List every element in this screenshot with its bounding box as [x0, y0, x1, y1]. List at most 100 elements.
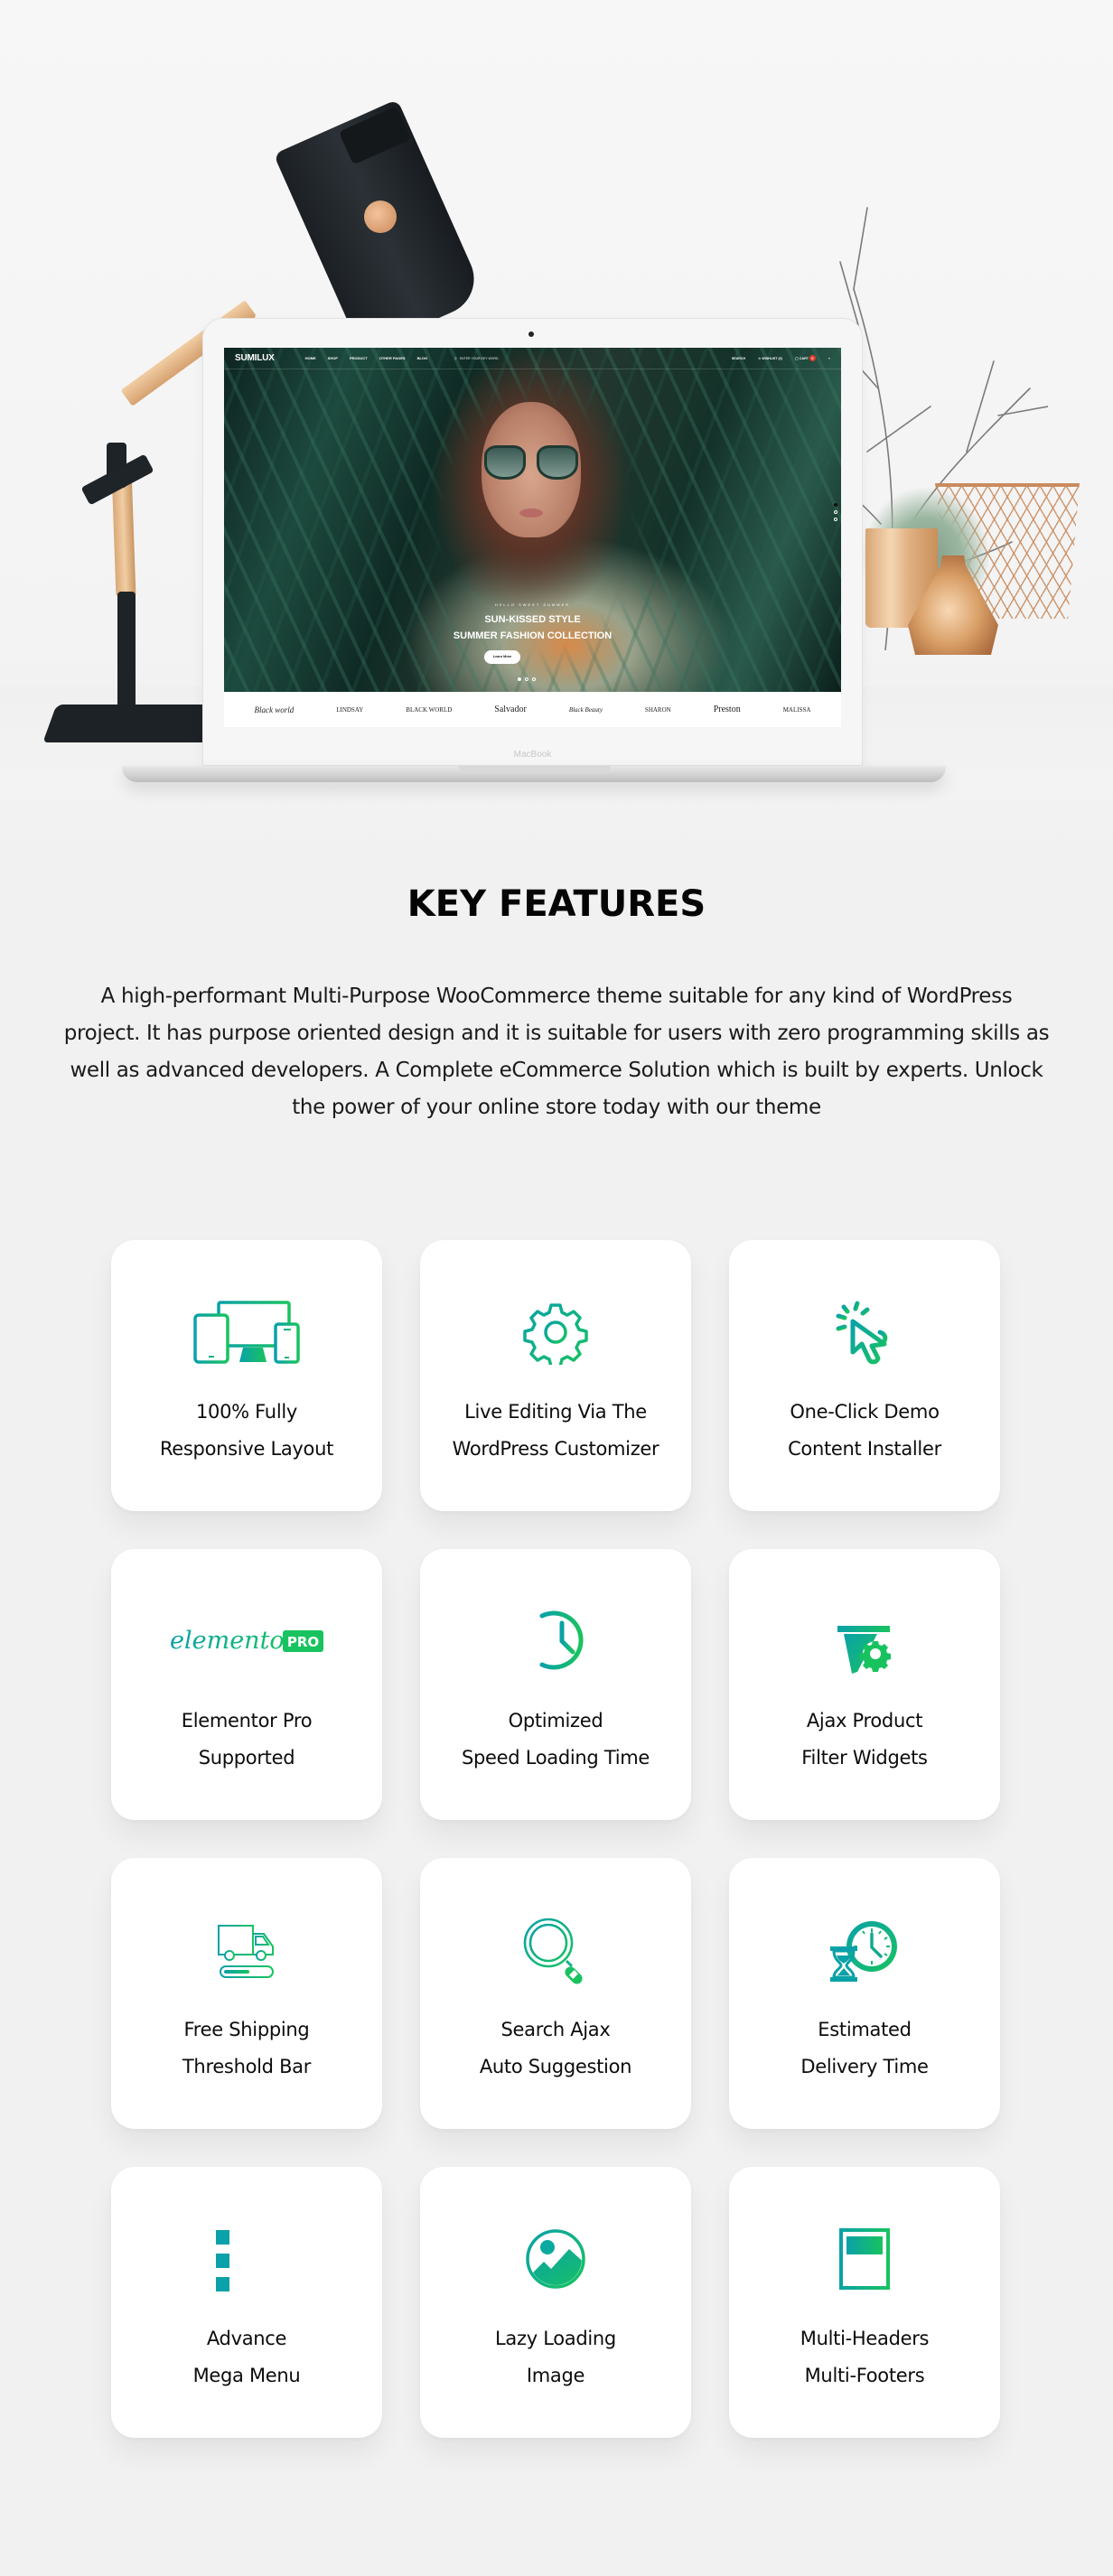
search-icon: ⚲ — [454, 356, 457, 360]
device-label: MacBook — [513, 750, 552, 760]
feature-label-line1: One-Click Demo — [790, 1401, 940, 1423]
brand-logo: SHARON — [644, 705, 671, 714]
elementor-logo-text: elementor — [170, 1627, 298, 1655]
slide-side-dot[interactable] — [834, 518, 837, 521]
slide-dot[interactable] — [525, 677, 528, 681]
gear-icon — [497, 1296, 614, 1368]
slide-title-line2: SUMMER FASHION COLLECTION — [453, 630, 613, 641]
features-grid: 100% Fully Responsive Layout Live Editin… — [111, 1240, 1000, 2438]
brand-logo: Black world — [254, 705, 295, 714]
feature-label-line1: Ajax Product — [806, 1710, 923, 1731]
site-search[interactable]: ⚲ ENTER YOUR KEY WORD — [454, 357, 498, 360]
learn-more-button[interactable]: Learn More — [484, 650, 520, 664]
site-wishlist-link[interactable]: ☆ WISHLIST (0) — [758, 357, 782, 360]
feature-label-line2: Speed Loading Time — [461, 1747, 650, 1769]
feature-label-line2: Content Installer — [788, 1438, 941, 1460]
laptop-notch — [459, 766, 611, 773]
hero-mockup-scene: SUMILUX HOME SHOP PRODUCT OTHER PAGES BL… — [0, 0, 1113, 849]
feature-label-line1: Search Ajax — [500, 2019, 611, 2040]
sunglasses-left — [484, 445, 526, 480]
feature-label-line1: Advance — [206, 2328, 287, 2349]
laptop-screen: SUMILUX HOME SHOP PRODUCT OTHER PAGES BL… — [224, 348, 841, 727]
brand-logo-strip: Black world LINDSAY BLACK WORLD Salvador… — [224, 692, 841, 727]
site-navbar: SUMILUX HOME SHOP PRODUCT OTHER PAGES BL… — [224, 348, 841, 369]
feature-card: Ajax Product Filter Widgets — [729, 1549, 1000, 1820]
feature-card: One-Click Demo Content Installer — [729, 1240, 1000, 1511]
elementor-pro-logo: elementor PRO — [165, 1605, 328, 1677]
slide-title-line1: SUN-KISSED STYLE — [484, 614, 581, 625]
feature-label: Free Shipping Threshold Bar — [111, 2011, 382, 2086]
feature-label-line1: Free Shipping — [183, 2019, 310, 2040]
site-logo-text: SUMILUX — [235, 353, 275, 363]
slide-side-dot[interactable] — [834, 510, 837, 514]
slide-dot[interactable] — [518, 677, 521, 681]
site-menu-other-pages[interactable]: OTHER PAGES — [379, 356, 406, 360]
mega-menu-list-icon — [188, 2223, 305, 2295]
section-description: A high-performant Multi-Purpose WooComme… — [63, 985, 1050, 1119]
magnifier-icon — [497, 1914, 614, 1986]
site-menu-shop[interactable]: SHOP — [328, 356, 338, 360]
site-menu-blog[interactable]: BLOG — [417, 356, 428, 360]
feature-label-line1: Optimized — [508, 1710, 603, 1731]
model-lips — [519, 509, 543, 518]
filter-gear-icon — [806, 1605, 923, 1677]
hourglass-clock-icon — [806, 1914, 923, 1986]
site-menu: HOME SHOP PRODUCT OTHER PAGES BLOG — [305, 356, 428, 360]
slide-kicker: HELLO SWEET SUMMER — [494, 602, 571, 607]
feature-label-line2: Mega Menu — [192, 2365, 301, 2386]
site-search-placeholder: ENTER YOUR KEY WORD — [459, 356, 499, 360]
feature-label: Advance Mega Menu — [111, 2320, 382, 2394]
site-header-actions: SEARCH ☆ WISHLIST (0) ◯ CART 0 ≡ — [732, 355, 830, 361]
feature-card: elementor PRO Elementor Pro Supported — [111, 1549, 382, 1820]
brand-logo: BLACK WORLD — [406, 705, 453, 714]
feature-label-line1: Live Editing Via The — [464, 1401, 647, 1423]
feature-label-line2: Supported — [198, 1747, 295, 1769]
feature-label-line2: Multi-Footers — [804, 2365, 925, 2386]
site-wishlist-label: WISHLIST (0) — [762, 356, 782, 360]
site-logo[interactable]: SUMILUX — [235, 353, 275, 363]
lamp-post-base — [117, 592, 136, 718]
feature-label: Live Editing Via The WordPress Customize… — [420, 1394, 691, 1468]
site-search-link[interactable]: SEARCH — [732, 357, 745, 360]
feature-card: Optimized Speed Loading Time — [420, 1549, 691, 1820]
feature-label: Ajax Product Filter Widgets — [729, 1703, 1000, 1777]
site-cart-label: CART — [799, 357, 809, 360]
basket-icon: ◯ — [794, 357, 799, 360]
site-cart-link[interactable]: ◯ CART 0 — [795, 355, 816, 361]
slide-pagination — [518, 677, 536, 681]
click-cursor-icon — [806, 1296, 923, 1368]
delivery-truck-icon — [188, 1914, 305, 1986]
feature-label: Estimated Delivery Time — [729, 2011, 1000, 2086]
feature-label-line1: Estimated — [818, 2019, 912, 2040]
feature-card: Advance Mega Menu — [111, 2167, 382, 2438]
feature-label-line2: Threshold Bar — [182, 2056, 312, 2077]
feature-label: One-Click Demo Content Installer — [729, 1394, 1000, 1468]
responsive-devices-icon — [188, 1296, 305, 1368]
feature-card: Multi-Headers Multi-Footers — [729, 2167, 1000, 2438]
elementor-pro-badge: PRO — [287, 1634, 319, 1650]
star-icon: ☆ — [758, 356, 762, 360]
feature-label-line2: Responsive Layout — [159, 1438, 334, 1460]
page-layout-icon — [806, 2223, 923, 2295]
slide-side-dot[interactable] — [834, 503, 837, 507]
menu-toggle-icon[interactable]: ≡ — [828, 357, 830, 360]
site-menu-home[interactable]: HOME — [305, 356, 316, 360]
feature-label-line2: Delivery Time — [800, 2056, 929, 2077]
feature-label-line1: 100% Fully — [195, 1401, 298, 1423]
fast-clock-icon — [497, 1605, 614, 1677]
slide-side-pagination — [834, 503, 837, 521]
feature-label-line1: Elementor Pro — [181, 1710, 313, 1731]
lamp-knob — [364, 201, 397, 233]
feature-label-line2: Image — [526, 2365, 585, 2386]
cart-count-badge: 0 — [809, 355, 816, 361]
slide-dot[interactable] — [532, 677, 536, 681]
brand-logo: Salvador — [494, 705, 527, 714]
feature-label-line2: Filter Widgets — [801, 1747, 928, 1769]
brand-logo: Black Beauty — [568, 705, 603, 714]
feature-label-line1: Multi-Headers — [800, 2328, 930, 2349]
feature-label: Search Ajax Auto Suggestion — [420, 2011, 691, 2086]
feature-card: Free Shipping Threshold Bar — [111, 1858, 382, 2129]
site-menu-product[interactable]: PRODUCT — [350, 356, 368, 360]
feature-label: Lazy Loading Image — [420, 2320, 691, 2394]
section-title: KEY FEATURES — [407, 883, 706, 925]
